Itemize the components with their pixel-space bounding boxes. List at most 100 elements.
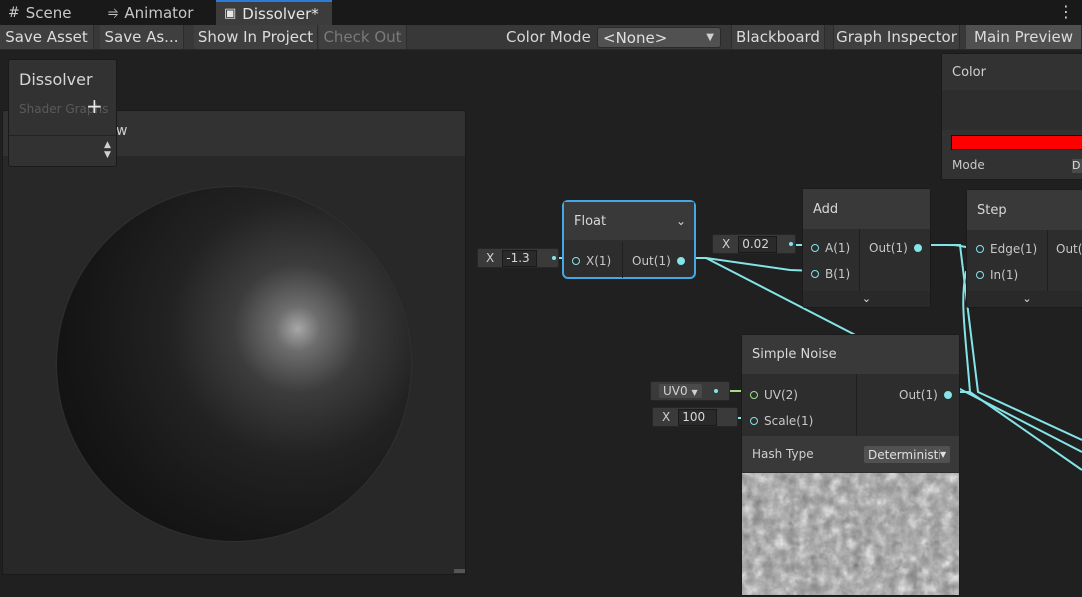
port-label: B(1) xyxy=(825,267,851,281)
check-out-button[interactable]: Check Out xyxy=(319,25,407,49)
port-label: Out(1) xyxy=(869,241,908,255)
tab-label: Dissolver* xyxy=(242,4,319,23)
noise-scale-input-chip[interactable]: X 100 xyxy=(652,407,738,427)
port-dot xyxy=(750,391,758,399)
shader-graph-icon: ▣ xyxy=(224,6,237,21)
add-a-input-chip[interactable]: X 0.02 xyxy=(712,234,796,254)
port-label: A(1) xyxy=(825,241,851,255)
divider xyxy=(622,242,623,278)
noise-input-scale-port[interactable]: Scale(1) xyxy=(750,414,813,428)
uv-dropdown[interactable]: UV0 ▼ xyxy=(659,384,702,398)
scroll-arrows-icon[interactable]: ▲ ▼ xyxy=(104,140,111,160)
dropdown-arrow-icon: ▼ xyxy=(691,388,698,397)
port-label: UV(2) xyxy=(764,388,798,402)
resize-handle-icon[interactable] xyxy=(454,569,465,573)
step-output-port[interactable]: Out( xyxy=(1056,242,1082,256)
hash-type-dropdown[interactable]: Deterministi ▼ xyxy=(864,446,950,463)
noise-uv-input-chip[interactable]: UV0 ▼ xyxy=(650,381,730,401)
step-node[interactable]: Step Edge(1) In(1) Out( ⌄ xyxy=(966,189,1082,308)
add-node[interactable]: Add A(1) B(1) Out(1) ⌄ xyxy=(802,188,931,308)
simple-noise-node[interactable]: Simple Noise UV(2) Scale(1) Out(1) Hash … xyxy=(741,334,960,596)
preview-sphere xyxy=(57,187,411,541)
main-preview-button[interactable]: Main Preview xyxy=(966,25,1082,49)
add-input-a-port[interactable]: A(1) xyxy=(811,241,850,255)
hash-type-value: Deterministi xyxy=(868,447,940,462)
blackboard-button[interactable]: Blackboard xyxy=(731,25,825,49)
port-dot xyxy=(552,256,557,260)
divider xyxy=(9,135,116,136)
blackboard-title: Dissolver xyxy=(19,70,93,89)
divider xyxy=(856,374,857,436)
noise-node-title: Simple Noise xyxy=(752,347,837,362)
grid-icon: # xyxy=(8,4,20,21)
tab-animator[interactable]: ⥤ Animator xyxy=(100,0,212,25)
add-output-port[interactable]: Out(1) xyxy=(869,241,922,255)
step-input-in-port[interactable]: In(1) xyxy=(976,268,1018,282)
port-dot xyxy=(976,271,984,279)
add-x-label: X xyxy=(722,237,731,251)
port-dot xyxy=(676,257,685,265)
add-input-b-port[interactable]: B(1) xyxy=(811,267,850,281)
save-asset-button[interactable]: Save Asset xyxy=(0,25,94,49)
tab-label: Scene xyxy=(25,3,72,22)
dropdown-arrow-icon: ▼ xyxy=(940,450,947,459)
blackboard-panel[interactable]: Dissolver Shader Graphs + ▲ ▼ xyxy=(8,59,117,167)
port-label: Scale(1) xyxy=(764,414,814,428)
float-x-value[interactable]: -1.3 xyxy=(502,249,538,267)
graph-inspector-button[interactable]: Graph Inspector xyxy=(833,25,960,49)
port-dot xyxy=(811,244,819,252)
noise-preview xyxy=(742,473,959,595)
add-node-header[interactable]: Add xyxy=(803,189,930,229)
noise-input-uv-port[interactable]: UV(2) xyxy=(750,388,798,402)
main-preview-title: w xyxy=(116,123,128,139)
port-label: Edge(1) xyxy=(990,242,1038,256)
float-node[interactable]: Float ⌄ X(1) Out(1) xyxy=(562,200,696,279)
port-label: Out(1) xyxy=(632,254,671,268)
chevron-down-icon[interactable]: ⌄ xyxy=(676,214,686,228)
color-property-title: Color xyxy=(952,65,986,80)
tab-dissolver[interactable]: ▣ Dissolver* xyxy=(216,0,332,25)
animator-icon: ⥤ xyxy=(108,5,119,20)
show-in-project-button[interactable]: Show In Project xyxy=(194,25,318,49)
port-label: In(1) xyxy=(990,268,1019,282)
more-options-icon[interactable]: ⋮ xyxy=(1058,2,1074,22)
port-dot xyxy=(750,417,758,425)
add-node-title: Add xyxy=(813,201,839,217)
float-node-header[interactable]: Float ⌄ xyxy=(564,202,694,240)
step-node-title: Step xyxy=(977,202,1007,218)
step-node-header[interactable]: Step xyxy=(967,190,1082,230)
float-input-port[interactable]: X(1) xyxy=(572,254,611,268)
main-preview-panel[interactable]: w xyxy=(2,110,466,575)
color-swatch[interactable] xyxy=(951,135,1082,150)
mode-dropdown[interactable]: D xyxy=(1072,159,1082,173)
port-label: X(1) xyxy=(586,254,612,268)
add-property-icon[interactable]: + xyxy=(86,94,103,118)
port-dot xyxy=(789,242,794,246)
color-mode-label: Color Mode xyxy=(506,28,591,46)
float-node-title: Float xyxy=(574,213,607,229)
tab-scene[interactable]: # Scene xyxy=(0,0,100,25)
port-dot xyxy=(811,270,819,278)
port-label: Out(1) xyxy=(899,388,938,402)
graph-inspector-panel[interactable]: Color Mode D xyxy=(941,53,1082,180)
scale-value[interactable]: 100 xyxy=(678,408,718,426)
port-dot xyxy=(943,391,952,399)
scale-x-label: X xyxy=(662,410,671,424)
mode-label: Mode xyxy=(952,158,985,172)
uv-value: UV0 xyxy=(663,384,688,398)
expand-chevron-icon[interactable]: ⌄ xyxy=(803,291,930,307)
float-x-input-chip[interactable]: X -1.3 xyxy=(477,248,559,268)
color-mode-dropdown[interactable]: <None> ▼ xyxy=(597,27,721,48)
add-x-value[interactable]: 0.02 xyxy=(738,235,778,253)
step-input-edge-port[interactable]: Edge(1) xyxy=(976,242,1037,256)
save-as-button[interactable]: Save As... xyxy=(100,25,184,49)
float-output-port[interactable]: Out(1) xyxy=(632,254,685,268)
divider xyxy=(859,229,860,291)
port-label: Out( xyxy=(1056,242,1082,256)
dropdown-arrow-icon: ▼ xyxy=(706,32,714,43)
noise-output-port[interactable]: Out(1) xyxy=(899,388,952,402)
expand-chevron-icon[interactable]: ⌄ xyxy=(967,291,1082,307)
hash-type-label: Hash Type xyxy=(752,447,814,461)
port-dot xyxy=(913,244,922,252)
noise-node-header[interactable]: Simple Noise xyxy=(742,335,959,374)
